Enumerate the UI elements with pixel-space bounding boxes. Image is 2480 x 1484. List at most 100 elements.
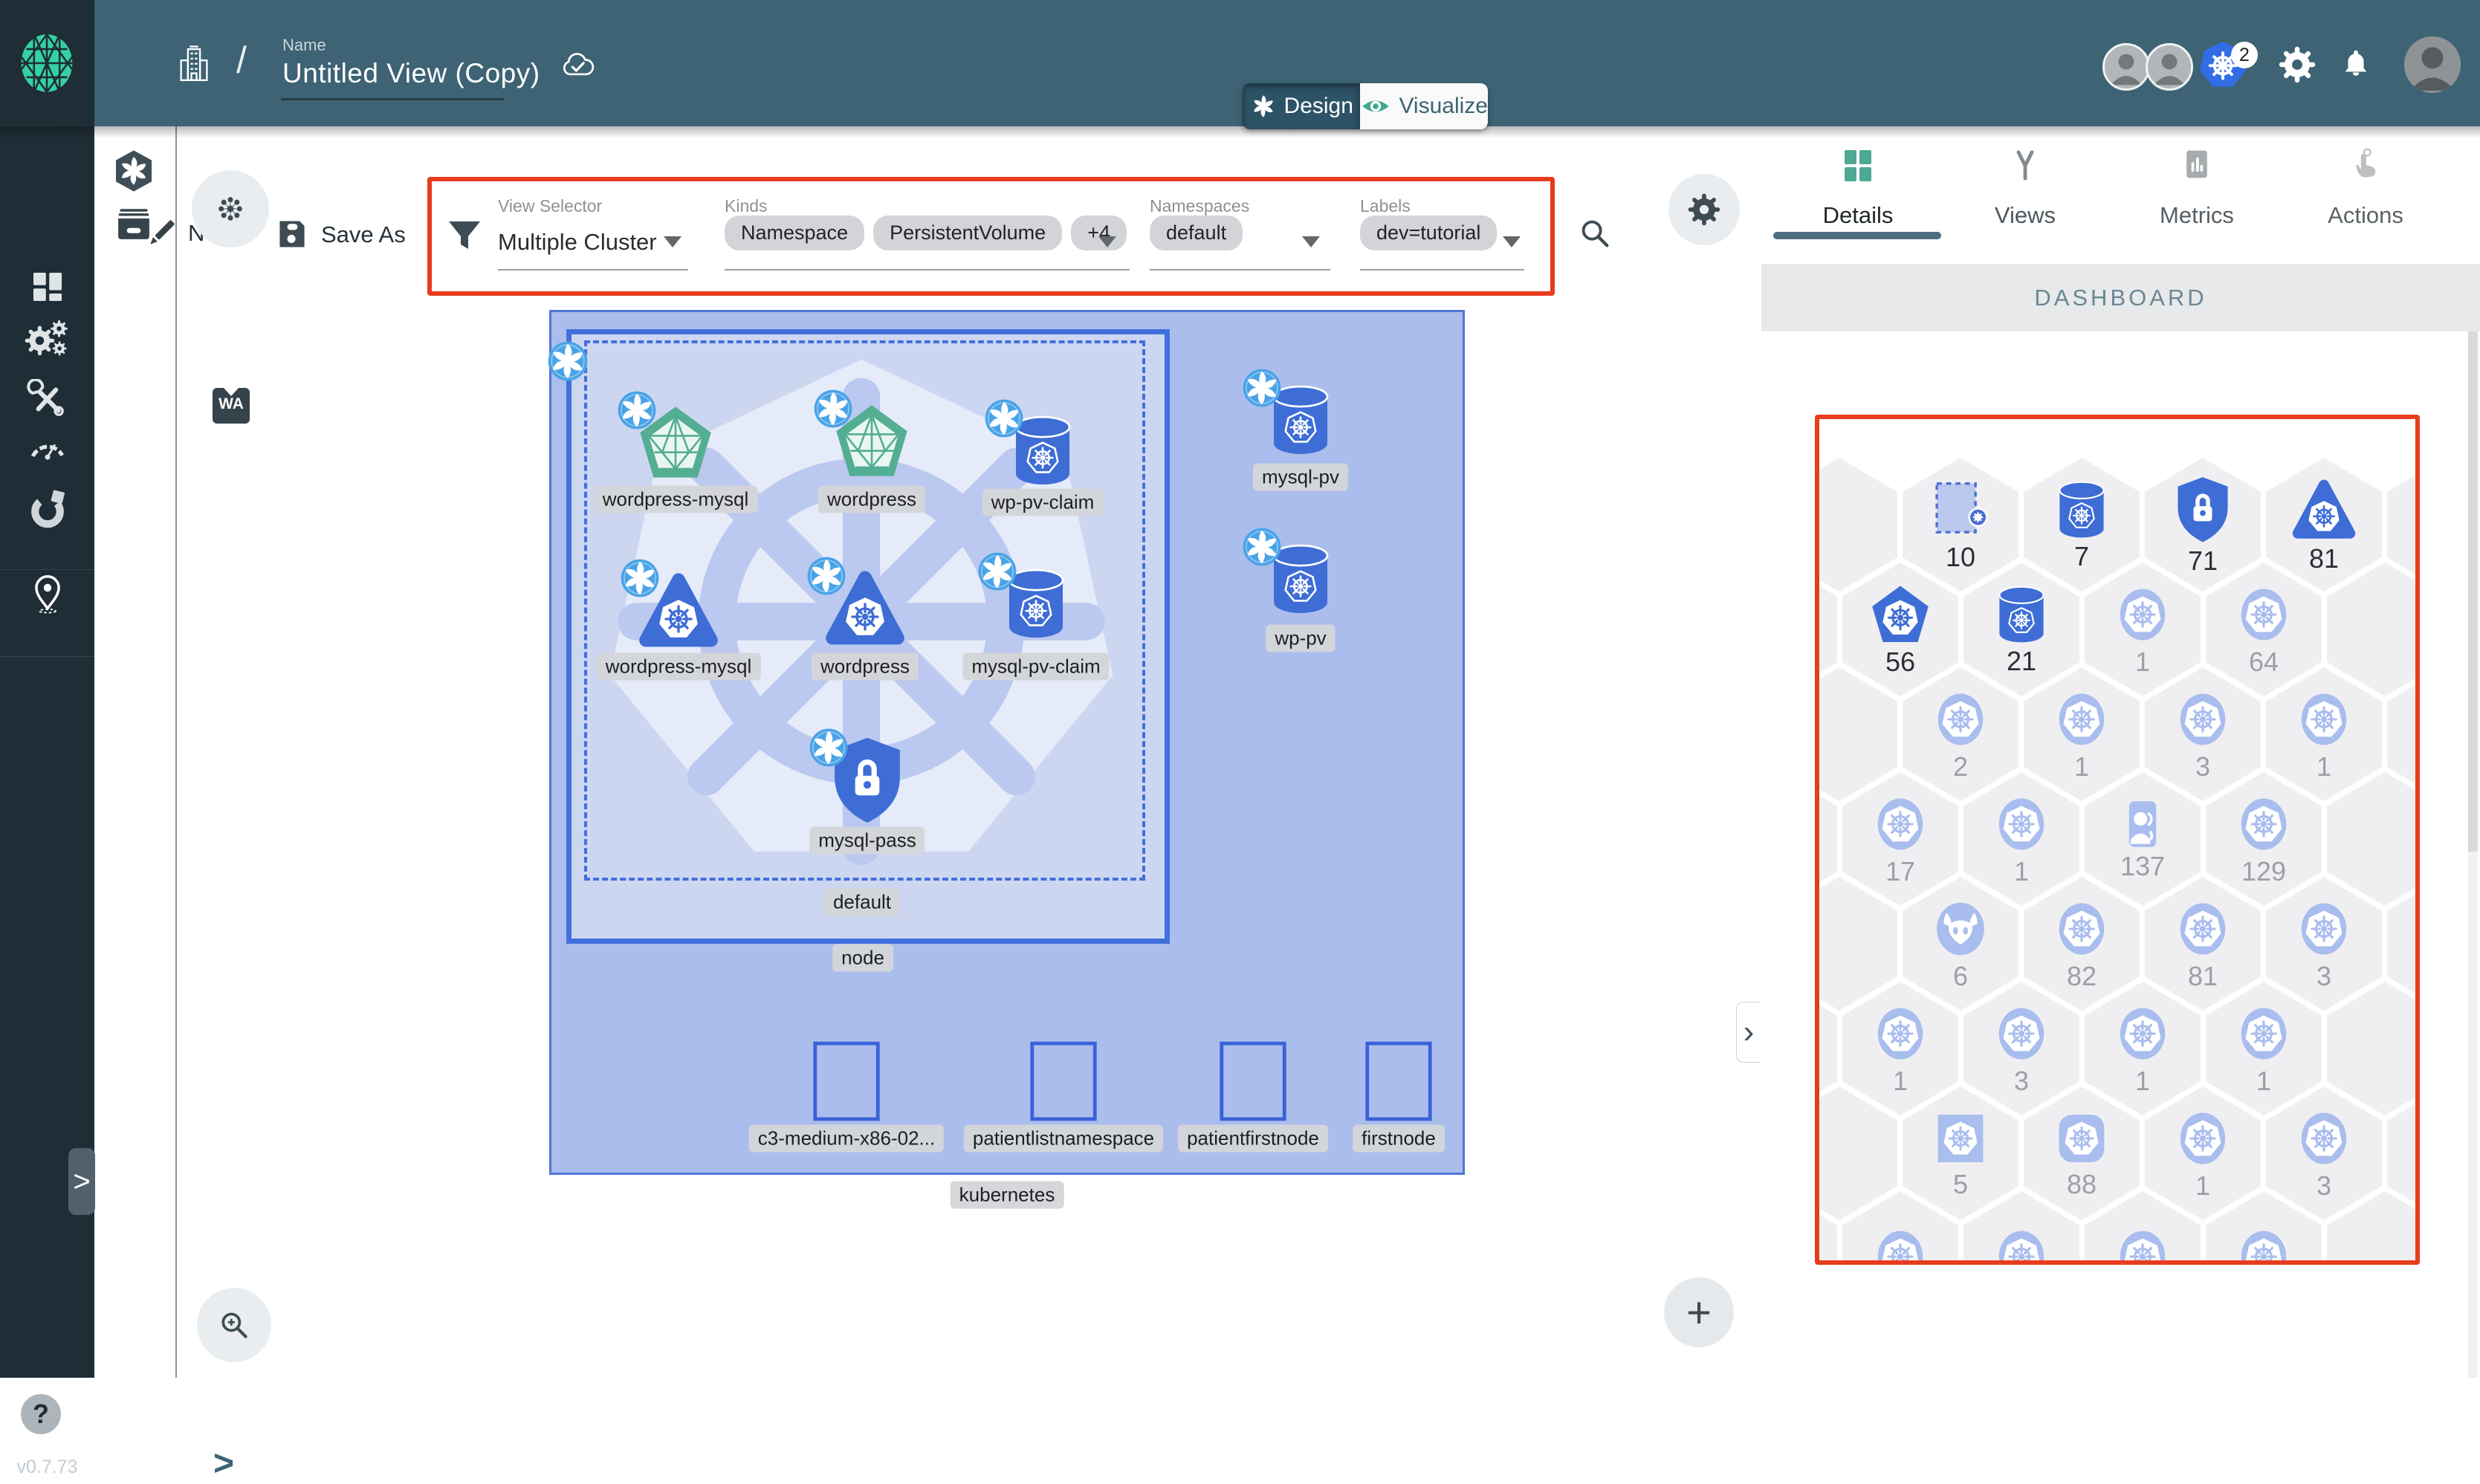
- resource-count: 5: [1952, 1169, 1969, 1199]
- tab-details[interactable]: Details: [1776, 126, 1940, 264]
- visualize-eye-icon: [1362, 100, 1390, 112]
- hex-tile-cylinder-solid[interactable]: 21: [1963, 563, 2079, 696]
- hex-tile-k8s-light[interactable]: 1: [2145, 1086, 2261, 1220]
- chevron-down-icon[interactable]: [1098, 236, 1116, 247]
- canvas-node-empty[interactable]: [811, 1039, 882, 1123]
- tab-design[interactable]: Design: [1243, 83, 1361, 129]
- hex-tile-k8s-light[interactable]: 2: [1903, 667, 2018, 801]
- hex-tile-k8s-light[interactable]: 3: [1963, 982, 2079, 1115]
- settings-gear-icon[interactable]: [2279, 46, 2316, 83]
- hex-tile-account[interactable]: 137: [2085, 772, 2201, 906]
- meshery-logo-icon[interactable]: [15, 31, 79, 95]
- scrollbar-thumb[interactable]: [2468, 331, 2478, 852]
- sidebar-item-lifecycle[interactable]: [0, 318, 94, 364]
- tab-visualize[interactable]: Visualize: [1360, 83, 1488, 129]
- hex-tile-k8s-light[interactable]: 1: [2206, 982, 2322, 1115]
- view-selector-underline: [498, 269, 688, 270]
- hex-tile-k8s-light[interactable]: 3: [2266, 877, 2382, 1011]
- kind-chip[interactable]: Namespace: [725, 216, 865, 250]
- node-label: wp-pv: [1266, 624, 1335, 652]
- collaborator-avatar[interactable]: [2102, 43, 2150, 91]
- extensions-icon: [30, 490, 65, 528]
- node-label: firstnode: [1353, 1124, 1445, 1153]
- canvas-node-empty[interactable]: [1028, 1039, 1099, 1123]
- add-node-button[interactable]: +: [1664, 1277, 1734, 1347]
- k8s-light-icon: [2293, 1107, 2355, 1170]
- meshery-pinwheel-icon[interactable]: [111, 149, 156, 193]
- hex-tile-k8s-light[interactable]: 1: [2024, 667, 2140, 801]
- hex-tile-cylinder-solid[interactable]: 7: [2024, 458, 2140, 592]
- resource-count: 17: [1885, 856, 1916, 887]
- help-button[interactable]: ?: [21, 1394, 61, 1434]
- hex-tile-k8s-light[interactable]: 1: [2085, 563, 2201, 696]
- view-selector-select[interactable]: Multiple Cluster: [498, 229, 657, 256]
- tab-views[interactable]: Views: [1943, 126, 2107, 264]
- name-input-underline: [281, 98, 504, 100]
- chevron-down-icon[interactable]: [664, 236, 681, 247]
- canvas-node-empty[interactable]: [1217, 1039, 1289, 1123]
- tab-metrics[interactable]: Metrics: [2115, 126, 2279, 264]
- kinds-underline: [725, 269, 1130, 270]
- rail-expand-handle[interactable]: >: [68, 1148, 95, 1215]
- sidebar-item-dashboard[interactable]: [0, 266, 94, 308]
- sidebar-item-configuration[interactable]: [0, 379, 94, 421]
- chevron-down-icon[interactable]: [1503, 236, 1521, 247]
- organization-building-icon[interactable]: [172, 43, 216, 86]
- wasm-filter-icon[interactable]: WA: [213, 388, 250, 424]
- tab-actions[interactable]: Actions: [2284, 126, 2447, 264]
- k8s-light-icon: [1869, 793, 1932, 855]
- hex-tile-deployment-solid[interactable]: 81: [2266, 458, 2382, 592]
- zoom-search-button[interactable]: [197, 1288, 271, 1362]
- hex-tile-rounded-square-light[interactable]: 88: [2024, 1086, 2140, 1220]
- canvas-node-empty[interactable]: [1363, 1039, 1434, 1123]
- k8s-light-icon: [2233, 1225, 2295, 1260]
- resource-count: 21: [2006, 646, 2037, 677]
- tab-label: Views: [1994, 202, 2056, 228]
- breadcrumb-slash: /: [236, 39, 247, 81]
- panel-collapse-handle[interactable]: ›: [1736, 1002, 1761, 1063]
- label-chip[interactable]: dev=tutorial: [1360, 216, 1498, 250]
- toolbar-expand-chevron[interactable]: >: [213, 1443, 234, 1484]
- hex-tile-k8s-light[interactable]: 1: [1963, 772, 2079, 906]
- hex-tile-secret-solid[interactable]: 71: [2145, 458, 2261, 592]
- secret-solid-icon: [2174, 475, 2232, 545]
- hex-tile-k8s-light[interactable]: 1: [1842, 982, 1958, 1115]
- hex-tile-daemon[interactable]: 6: [1903, 877, 2018, 1011]
- hex-tile-k8s-light[interactable]: 82: [2024, 877, 2140, 1011]
- sidebar-item-performance[interactable]: [0, 430, 94, 473]
- save-as-button[interactable]: Save As: [321, 221, 406, 248]
- context-count-badge: 2: [2231, 42, 2258, 68]
- hex-tile-k8s-light[interactable]: 1: [2266, 667, 2382, 801]
- collaborator-avatar[interactable]: [2146, 43, 2193, 91]
- account-icon: [2117, 798, 2169, 850]
- user-avatar[interactable]: [2404, 36, 2461, 93]
- node-label: patientlistnamespace: [963, 1124, 1164, 1153]
- hex-tile-k8s-light[interactable]: 81: [2145, 877, 2261, 1011]
- sidebar-item-extensions[interactable]: [0, 487, 94, 532]
- chevron-down-icon[interactable]: [1302, 236, 1320, 247]
- notifications-bell-icon[interactable]: [2338, 46, 2374, 82]
- save-floppy-icon: [279, 221, 305, 247]
- sidebar-item-explore[interactable]: [0, 572, 94, 615]
- hex-tile-k8s-light[interactable]: 3: [2145, 667, 2261, 801]
- hex-tile-k8s-light[interactable]: 129: [2206, 772, 2322, 906]
- search-icon[interactable]: [1577, 216, 1613, 251]
- hex-tile-k8s-light[interactable]: 17: [1842, 772, 1958, 906]
- meshsync-pinwheel-badge: [809, 728, 849, 768]
- hex-tile-pentagon-solid[interactable]: 56: [1842, 563, 1958, 696]
- k8s-light-icon: [2233, 1002, 2295, 1065]
- hex-tile-namespace[interactable]: 10: [1903, 458, 2018, 592]
- name-input[interactable]: Untitled View (Copy): [282, 58, 540, 89]
- canvas-settings-button[interactable]: [1668, 174, 1740, 245]
- namespace-chip[interactable]: default: [1150, 216, 1243, 250]
- hex-tile-k8s-light[interactable]: 1: [2085, 982, 2201, 1115]
- kind-chip[interactable]: PersistentVolume: [873, 216, 1063, 250]
- mesh-sync-button[interactable]: [192, 170, 269, 247]
- resource-count: 88: [2066, 1169, 2097, 1199]
- views-y-icon: [2016, 150, 2034, 181]
- namespace-icon: [1929, 479, 1992, 541]
- hex-tile-k8s-light[interactable]: 3: [2266, 1086, 2382, 1220]
- hex-tile-k8s-light[interactable]: 64: [2206, 563, 2322, 696]
- namespaces-label: Namespaces: [1150, 196, 1250, 216]
- hex-tile-square-light[interactable]: 5: [1903, 1086, 2018, 1220]
